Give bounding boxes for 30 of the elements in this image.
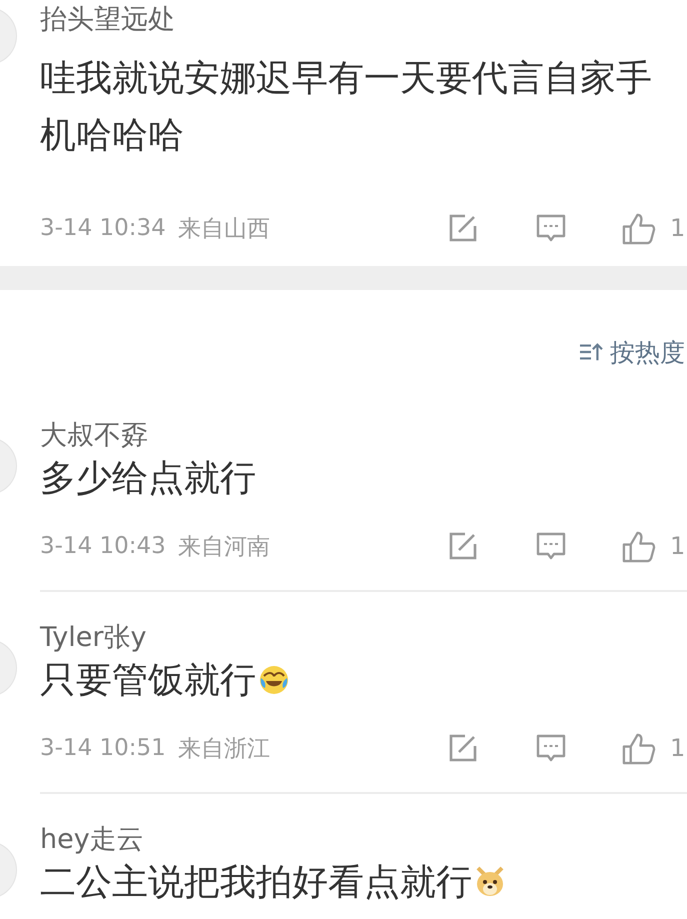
comment-text: 哇我就说安娜迟早有一天要代言自家手机哈哈哈: [40, 57, 653, 158]
user-name[interactable]: 抬头望远处: [40, 4, 687, 36]
comment-location: 来自河南: [178, 532, 270, 562]
like-count: 1: [670, 214, 686, 242]
dog-face-emoji-icon: [474, 866, 506, 898]
comment-text: 二公主说把我拍好看点就行: [40, 860, 472, 904]
comment-time: 3-14 10:51: [40, 735, 166, 761]
laughing-crying-emoji-icon: [258, 664, 290, 696]
comment-text: 多少给点就行: [40, 456, 256, 500]
comment-icon[interactable]: [535, 530, 567, 562]
comment-icon[interactable]: [535, 732, 567, 764]
sort-button[interactable]: 按热度: [578, 332, 685, 372]
sort-icon: [578, 341, 604, 363]
comment-text: 只要管饭就行: [40, 658, 256, 702]
thumbs-up-icon[interactable]: [621, 528, 656, 564]
like-count: 1: [670, 734, 686, 762]
comment-icon[interactable]: [535, 212, 567, 244]
comment-time: 3-14 10:43: [40, 533, 166, 559]
thumbs-up-icon[interactable]: [621, 210, 656, 246]
comment-location: 来自山西: [178, 214, 270, 244]
share-icon[interactable]: [447, 732, 479, 764]
share-icon[interactable]: [447, 212, 479, 244]
like-count: 1: [670, 532, 686, 560]
comment-location: 来自浙江: [178, 734, 270, 764]
share-icon[interactable]: [447, 530, 479, 562]
user-name[interactable]: Tyler张y: [40, 622, 687, 654]
user-name[interactable]: 大叔不孬: [40, 420, 687, 452]
user-name[interactable]: hey走云: [40, 824, 687, 856]
comment-time: 3-14 10:34: [40, 215, 166, 241]
thumbs-up-icon[interactable]: [621, 730, 656, 766]
